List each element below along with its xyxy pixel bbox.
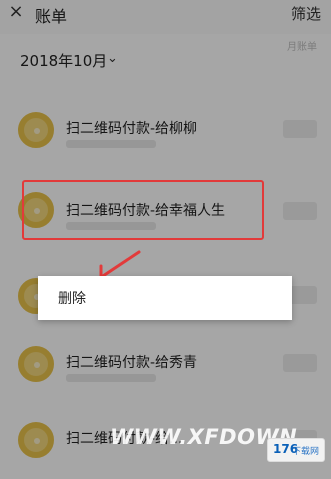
watermark-logo: 176 下载网 xyxy=(267,438,325,462)
delete-menu-item[interactable]: 删除 xyxy=(58,288,86,308)
watermark-logo-sub: 下载网 xyxy=(292,447,320,457)
highlight-box xyxy=(22,180,264,240)
context-menu: 删除 xyxy=(38,276,292,320)
